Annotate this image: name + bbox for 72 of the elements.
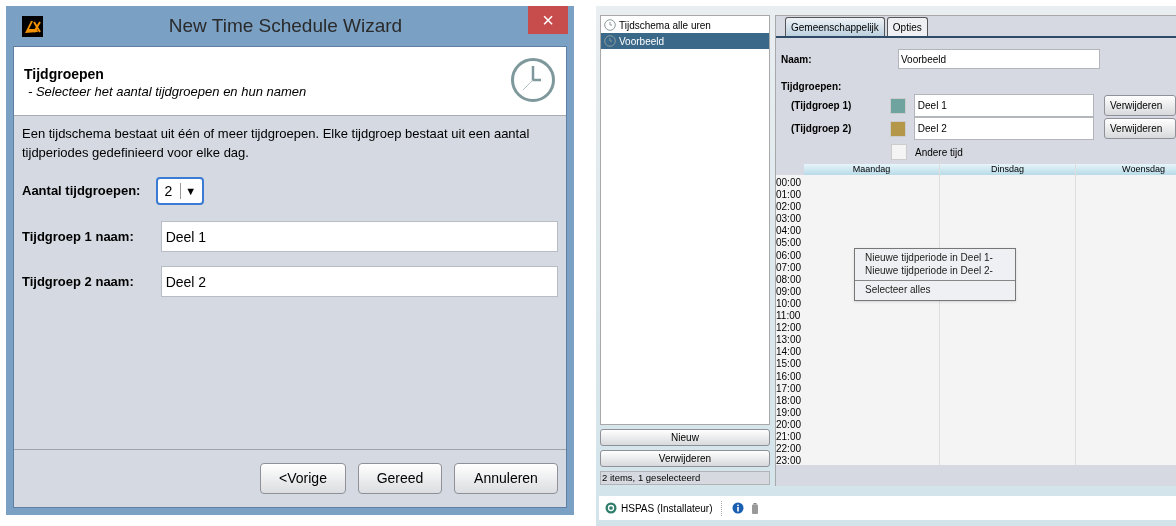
app-logo-icon [22,15,43,37]
info-icon[interactable] [731,502,744,514]
wizard-button[interactable]: <Vorige [260,463,346,494]
hour-label: 23:00 [776,455,803,465]
hour-label: 02:00 [776,201,803,214]
day-header: Woensdag [1076,164,1176,175]
name-input-field[interactable]: Deel 1 [160,221,558,252]
hour-label: 06:00 [776,249,803,262]
name-input-field[interactable]: Voorbeeld [898,49,1100,69]
day-header: Maandag [804,164,940,175]
hour-label: 11:00 [776,310,802,323]
hour-label: 01:00 [776,189,803,202]
clock-icon [510,57,556,103]
clock-icon [604,35,616,47]
connection-icon [605,502,617,514]
hour-label: 16:00 [776,370,803,383]
remove-button[interactable]: Verwijderen [1104,118,1176,139]
hour-label: 18:00 [776,394,803,407]
color-swatch[interactable] [891,144,907,160]
hour-label: 22:00 [776,443,803,456]
name-input-field[interactable]: Deel 2 [160,266,558,297]
field-label: Tijdgroep 1 naam: [22,227,135,246]
field-label: Aantal tijdgroepen: [22,182,141,201]
group-count-dropdown[interactable]: 2 ▼ [156,177,205,205]
tab[interactable]: Opties [886,17,928,36]
hour-label: 08:00 [776,273,803,286]
field-label: Tijdgroep 2 naam: [22,272,135,291]
color-swatch[interactable] [889,97,906,114]
group-name-input[interactable]: Deel 1 [913,94,1094,117]
schedule-list-item[interactable]: Voorbeeld [601,33,769,49]
hour-label: 20:00 [776,418,803,431]
hour-label: 19:00 [776,406,803,419]
wizard-button[interactable]: Annuleren [454,463,558,494]
day-header: Dinsdag [940,164,1076,175]
hour-label: 00:00 [776,177,803,190]
hour-label: 17:00 [776,382,803,395]
remove-button[interactable]: Verwijderen [1104,95,1176,116]
group-label: Andere tijd [915,145,963,160]
description-text: Een tijdschema bestaat uit één of meer tijdgroepen. Elke tijdgroep bestaat uit een aantal tijdperiodes gedefinieerd voor elke dag. [22,125,531,162]
hour-label: 07:00 [776,261,803,274]
hour-label: 15:00 [776,358,803,371]
tab[interactable]: Gemeenschappelijk [785,17,885,36]
list-status: 2 items, 1 geselecteerd [600,471,770,485]
menu-item[interactable]: Nieuwe tijdperiode in Deel 1- [855,252,1015,265]
close-button[interactable]: × [528,6,568,34]
list-button[interactable]: Verwijderen [600,450,770,467]
color-swatch[interactable] [889,120,906,137]
list-button[interactable]: Nieuw [600,429,770,446]
hour-label: 13:00 [776,334,803,347]
menu-item[interactable]: Nieuwe tijdperiode in Deel 2- [855,264,1015,277]
menu-item[interactable]: Selecteer alles [855,284,1015,297]
hour-label: 09:00 [776,285,803,298]
group-label: (Tijdgroep 2) [791,122,853,136]
clock-icon [604,19,616,31]
hour-label: 21:00 [776,430,803,444]
schedule-list-item[interactable]: Tijdschema alle uren [601,17,769,33]
field-label: Naam: [781,52,813,67]
wizard-button[interactable]: Gereed [358,463,442,494]
section-title: Tijdgroepen [24,65,105,83]
battery-icon [751,502,758,514]
section-subtitle: - Selecteer het aantal tijdgroepen en hun namen [27,83,307,101]
hour-label: 03:00 [776,213,803,226]
hour-label: 04:00 [776,225,803,238]
hour-label: 05:00 [776,237,803,250]
hour-label: 10:00 [776,297,803,311]
hour-label: 12:00 [776,322,803,335]
user-label: HSPAS (Installateur) [621,500,722,516]
window-title: New Time Schedule Wizard [167,13,404,38]
group-name-input[interactable]: Deel 2 [913,117,1094,140]
group-label: (Tijdgroep 1) [791,99,853,113]
hour-label: 14:00 [776,346,803,359]
section-label: Tijdgroepen: [780,80,843,94]
